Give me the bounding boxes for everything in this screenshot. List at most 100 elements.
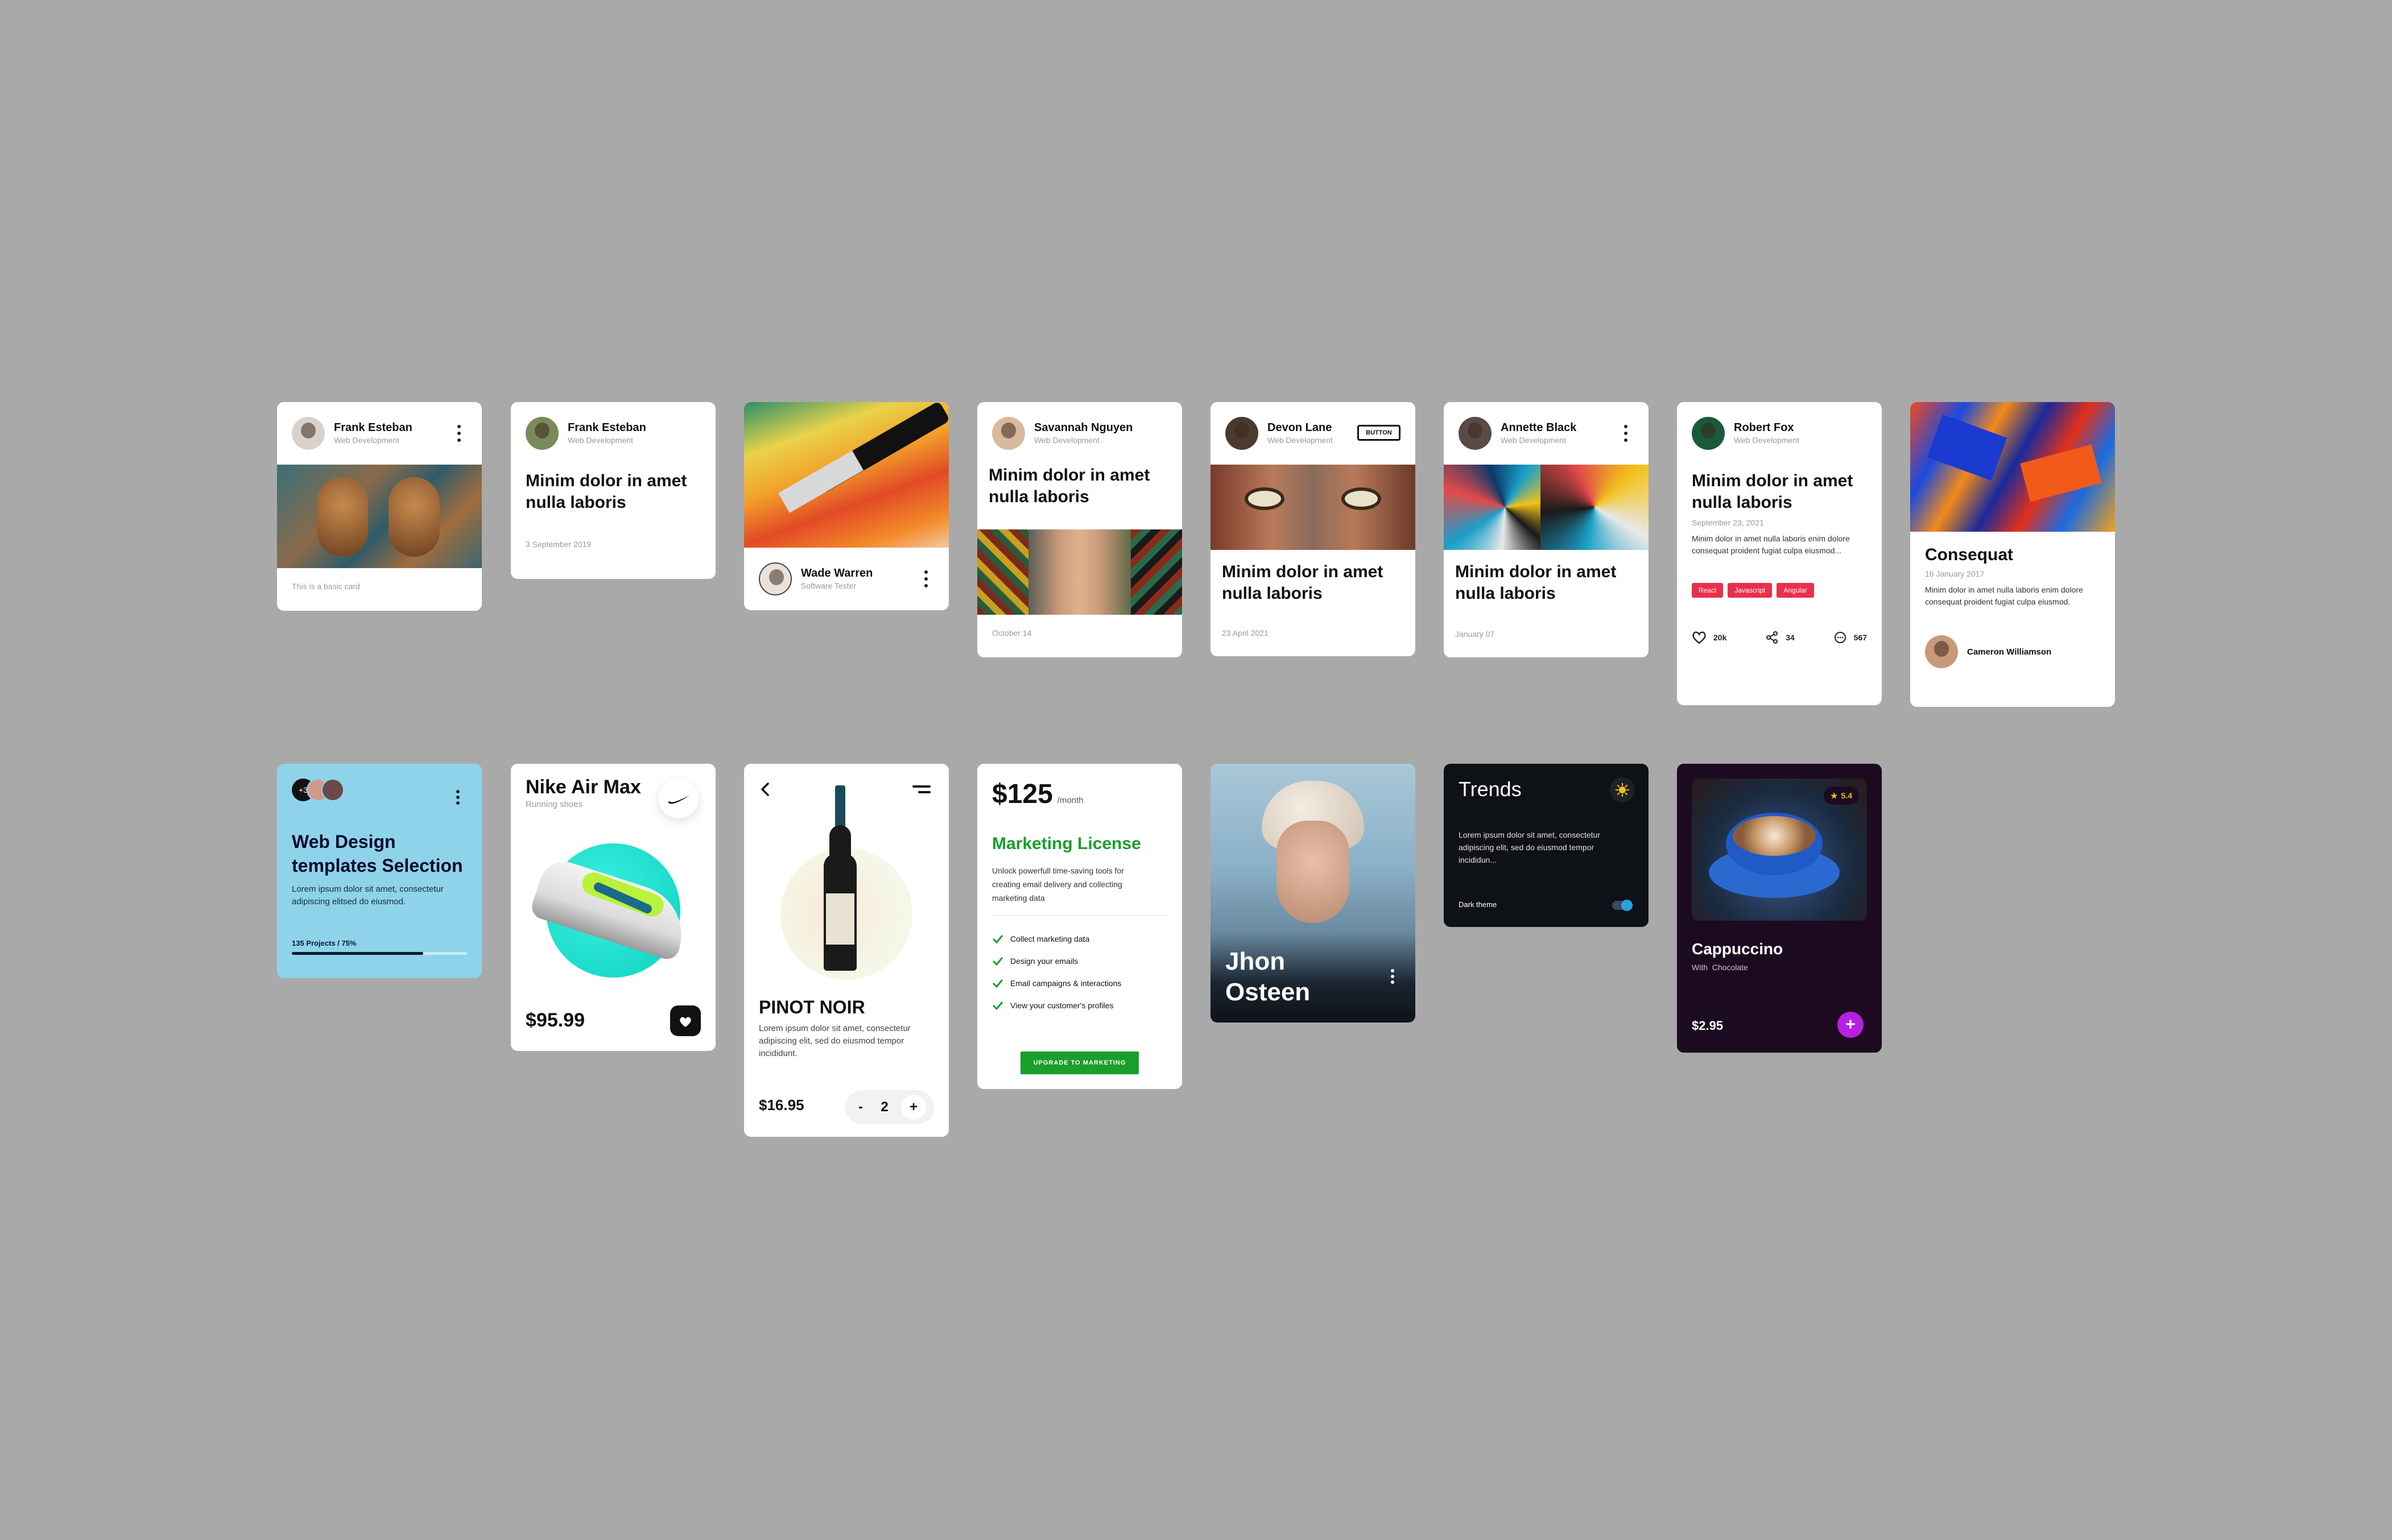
article-card[interactable]: Annette Black Web Development Minim dolo… [1444, 402, 1649, 657]
feature-label: Collect marketing data [1010, 934, 1090, 943]
feature-item: Collect marketing data [992, 928, 1167, 950]
project-card[interactable]: +3 Web Design templates Selection Lorem … [277, 764, 482, 978]
progress-label: 135 Projects / 75% [292, 939, 357, 947]
coffee-card[interactable]: ★ 5.4 Cappuccino With Chocolate $2.95 + [1677, 764, 1882, 1053]
feature-item: View your customer's profiles [992, 994, 1167, 1016]
mural-eyes-image [1211, 465, 1415, 550]
outline-button[interactable]: BUTTON [1357, 425, 1401, 441]
blog-card[interactable]: Consequat 16 January 2017 Minim dolor in… [1910, 402, 2115, 707]
tag-list: React Javascript Angular [1692, 583, 1867, 598]
card-title: Minim dolor in amet nulla laboris [1692, 471, 1853, 512]
article-card[interactable]: Savannah Nguyen Web Development Minim do… [977, 402, 1182, 657]
product-subtitle: Running shoes [526, 800, 583, 809]
card-caption: This is a basic card [292, 582, 360, 591]
check-icon [992, 1001, 1003, 1010]
back-icon[interactable] [759, 781, 772, 798]
dark-theme-toggle[interactable] [1612, 900, 1633, 911]
profile-card[interactable]: Jhon Osteen [1211, 764, 1415, 1022]
card-body: Minim dolor in amet nulla laboris enim d… [1925, 585, 2083, 606]
likes-stat[interactable]: 20k [1692, 631, 1726, 644]
card-footer: Wade Warren Software Tester [744, 548, 949, 610]
product-price: $16.95 [759, 1096, 804, 1113]
theme-icon[interactable] [1610, 777, 1635, 802]
add-button[interactable]: + [1837, 1012, 1864, 1038]
wine-bottle-image [780, 785, 912, 980]
product-title: Nike Air Max [526, 776, 641, 798]
product-title: Cappuccino [1692, 940, 1783, 958]
upgrade-button[interactable]: UPGRADE TO MARKETING [1021, 1051, 1139, 1074]
progress-fill [292, 952, 423, 955]
image-card[interactable]: Wade Warren Software Tester [744, 402, 949, 610]
profile-photo [1256, 781, 1370, 946]
basic-card[interactable]: Frank Esteban Web Development This is a … [277, 402, 482, 611]
author-name: Annette Black [1501, 421, 1577, 434]
plan-title: Marketing License [992, 834, 1141, 853]
shares-stat[interactable]: 34 [1765, 631, 1795, 644]
favorite-button[interactable] [670, 1005, 701, 1036]
post-card[interactable]: Robert Fox Web Development Minim dolor i… [1677, 402, 1882, 705]
check-icon [992, 979, 1003, 988]
more-options-icon[interactable] [1390, 969, 1395, 984]
product-subtitle: With Chocolate [1692, 963, 1748, 972]
feature-item: Design your emails [992, 950, 1167, 972]
wine-card[interactable]: PINOT NOIR Lorem ipsum dolor sit amet, c… [744, 764, 949, 1137]
feature-label: Design your emails [1010, 956, 1079, 966]
paint-brush-image [744, 402, 949, 548]
menu-icon[interactable] [912, 785, 931, 794]
pricing-card[interactable]: $125 /month Marketing License Unlock pow… [977, 764, 1182, 1089]
quantity-stepper[interactable]: - 2 + [845, 1090, 934, 1124]
likes-count: 20k [1713, 633, 1727, 642]
author-name: Cameron Williamson [1967, 647, 2052, 657]
author-role: Web Development [1034, 436, 1100, 445]
increment-button[interactable]: + [900, 1095, 926, 1120]
product-description: Lorem ipsum dolor sit amet, consectetur … [759, 1024, 911, 1058]
rating-value: 5.4 [1841, 791, 1852, 800]
comment-icon [1834, 632, 1846, 643]
more-options-icon[interactable] [1623, 425, 1628, 442]
more-options-icon[interactable] [457, 425, 461, 442]
dark-theme-card[interactable]: Trends Lorem ipsum dolor sit amet, conse… [1444, 764, 1649, 927]
product-title: PINOT NOIR [759, 997, 865, 1017]
progress-bar [292, 952, 467, 955]
article-card[interactable]: Devon Lane Web Development BUTTON Minim … [1211, 402, 1415, 656]
card-date: 23 April 2021 [1222, 628, 1269, 637]
plus-icon: + [1845, 1015, 1856, 1034]
product-card[interactable]: Nike Air Max Running shoes $95.99 [511, 764, 716, 1051]
card-title: Minim dolor in amet nulla laboris [1455, 562, 1617, 603]
tag-angular[interactable]: Angular [1777, 583, 1814, 598]
shares-count: 34 [1786, 633, 1795, 642]
card-body: Minim dolor in amet nulla laboris enim d… [1692, 534, 1850, 555]
article-card[interactable]: Frank Esteban Web Development Minim dolo… [511, 402, 716, 579]
geometric-art-image [1444, 465, 1649, 550]
rating-badge: ★ 5.4 [1823, 786, 1859, 805]
decrement-button[interactable]: - [853, 1099, 868, 1115]
card-title: Minim dolor in amet nulla laboris [526, 471, 687, 512]
avatar [321, 779, 344, 801]
author-name: Savannah Nguyen [1034, 421, 1133, 434]
toggle-label: Dark theme [1459, 900, 1497, 909]
author-role: Software Tester [801, 581, 857, 590]
card-body: Lorem ipsum dolor sit amet, consectetur … [292, 884, 444, 906]
tag-react[interactable]: React [1692, 583, 1724, 598]
check-icon [992, 957, 1003, 966]
plan-period: /month [1057, 796, 1084, 805]
author-name: Frank Esteban [568, 421, 646, 434]
card-date: October 14 [992, 628, 1032, 637]
tag-javascript[interactable]: Javascript [1728, 583, 1773, 598]
card-header: Savannah Nguyen Web Development [977, 402, 1182, 465]
card-title: Minim dolor in amet nulla laboris [989, 466, 1150, 506]
heart-icon [680, 1017, 691, 1027]
product-price: $95.99 [526, 1009, 585, 1031]
comments-count: 567 [1853, 633, 1867, 642]
product-price: $2.95 [1692, 1019, 1724, 1033]
more-options-icon[interactable] [456, 790, 460, 805]
avatar [1225, 417, 1258, 450]
author-name: Wade Warren [801, 567, 873, 579]
sun-icon [1616, 783, 1629, 797]
author-name: Robert Fox [1734, 421, 1794, 434]
comments-stat[interactable]: 567 [1833, 631, 1867, 644]
avatar [292, 417, 325, 450]
more-options-icon[interactable] [924, 570, 928, 587]
feature-list: Collect marketing data Design your email… [992, 928, 1167, 1016]
profile-last-name: Osteen [1225, 978, 1311, 1006]
